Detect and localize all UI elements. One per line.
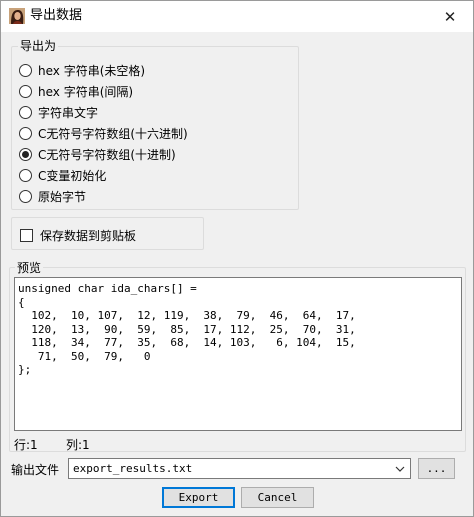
output-file-label: 输出文件 [11, 463, 60, 477]
cancel-button-label: Cancel [257, 491, 298, 504]
radio-button[interactable] [19, 84, 32, 98]
save-to-clipboard-label: 保存数据到剪贴板 [40, 228, 137, 243]
browse-button-label: ... [426, 462, 447, 475]
preview-label: 预览 [15, 259, 44, 276]
output-file-combobox[interactable]: export_results.txt [68, 458, 411, 479]
export-format-option[interactable]: 原始字节 [19, 187, 86, 205]
preview-textarea[interactable]: unsigned char ida_chars[] ={ 102, 10, 10… [14, 277, 462, 431]
radio-button[interactable] [19, 189, 32, 203]
export-button[interactable]: Export [162, 487, 235, 508]
export-format-option-label: 字符串文字 [38, 105, 99, 120]
close-icon: ✕ [443, 7, 457, 26]
export-format-option-label: C变量初始化 [38, 168, 107, 183]
preview-line: }; [18, 363, 32, 376]
user-avatar-icon [9, 8, 25, 24]
close-button[interactable]: ✕ [427, 1, 473, 32]
export-format-option-label: C无符号字符数组(十六进制) [38, 126, 188, 141]
export-format-option[interactable]: C变量初始化 [19, 166, 106, 184]
export-format-option-label: 原始字节 [38, 189, 87, 204]
export-format-option-label: C无符号字符数组(十进制) [38, 147, 176, 162]
output-file-value: export_results.txt [73, 462, 193, 475]
browse-button[interactable]: ... [418, 458, 455, 479]
preview-line: { [18, 295, 25, 309]
export-data-dialog: 导出数据 ✕ 导出为 hex 字符串(未空格) hex 字符串(间隔) 字符串文字 C… [0, 0, 474, 517]
export-format-option[interactable]: 字符串文字 [19, 103, 98, 121]
radio-button[interactable] [19, 126, 32, 140]
cursor-row-indicator: 行:1 [14, 438, 38, 452]
cursor-col-indicator: 列:1 [66, 438, 90, 452]
chevron-down-icon[interactable] [392, 460, 408, 477]
preview-line: 118, 34, 77, 35, 68, 14, 103, 6, 104, 15… [18, 336, 356, 349]
window-title: 导出数据 [30, 8, 83, 23]
export-format-legend: 导出为 [18, 38, 59, 54]
export-format-option-label: hex 字符串(间隔) [38, 84, 134, 99]
title-bar: 导出数据 ✕ [1, 1, 473, 32]
cancel-button[interactable]: Cancel [241, 487, 314, 508]
save-to-clipboard-checkbox[interactable]: 保存数据到剪贴板 [20, 226, 136, 244]
export-format-option[interactable]: C无符号字符数组(十进制) [19, 145, 176, 163]
checkbox-box[interactable] [20, 228, 33, 242]
radio-button[interactable] [19, 147, 32, 161]
preview-line: 102, 10, 107, 12, 119, 38, 79, 46, 64, 1… [18, 309, 356, 322]
export-format-option-label: hex 字符串(未空格) [38, 63, 146, 78]
preview-line: 71, 50, 79, 0 [18, 349, 151, 363]
preview-content: unsigned char ida_chars[] ={ 102, 10, 10… [15, 278, 461, 377]
export-format-option[interactable]: C无符号字符数组(十六进制) [19, 124, 188, 142]
preview-line: unsigned char ida_chars[] = [18, 282, 197, 295]
radio-button[interactable] [19, 105, 32, 119]
export-format-option[interactable]: hex 字符串(间隔) [19, 82, 133, 100]
radio-button[interactable] [19, 63, 32, 77]
radio-button[interactable] [19, 168, 32, 182]
preview-line: 120, 13, 90, 59, 85, 17, 112, 25, 70, 31… [18, 322, 356, 336]
export-format-option[interactable]: hex 字符串(未空格) [19, 61, 145, 79]
export-button-label: Export [178, 491, 219, 504]
